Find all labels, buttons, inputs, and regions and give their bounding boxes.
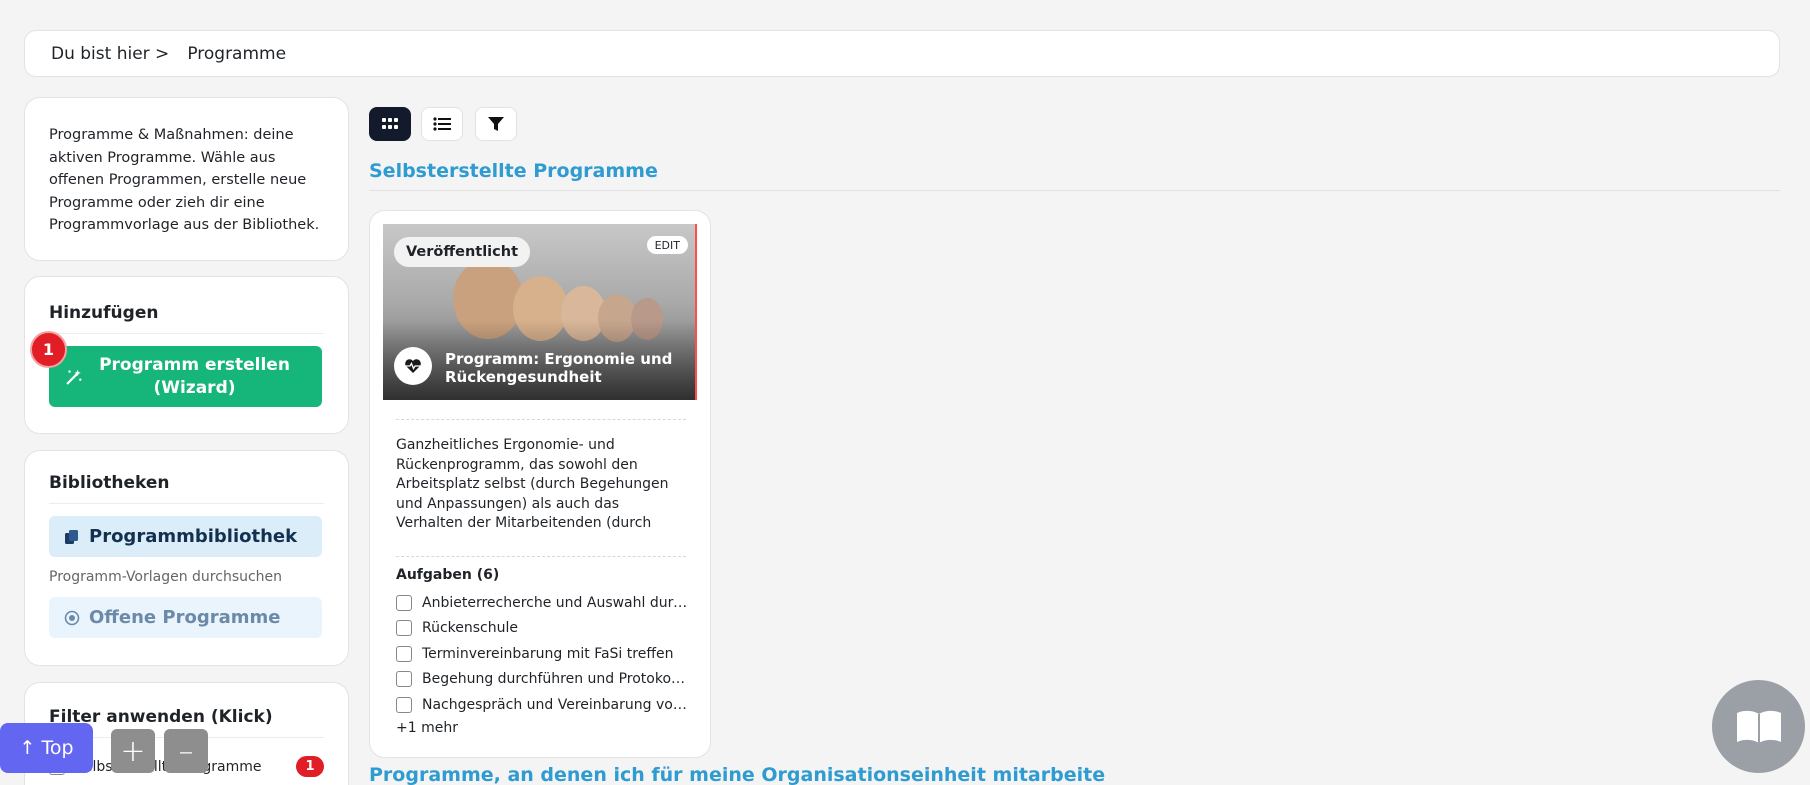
section-title-own: Selbsterstellte Programme [369, 160, 658, 182]
list-view-button[interactable] [421, 107, 463, 141]
program-library-button[interactable]: Programmbibliothek [49, 516, 322, 557]
program-library-label: Programmbibliothek [89, 526, 298, 547]
task-list: Anbieterrecherche und Auswahl durch… Rüc… [396, 590, 688, 718]
step-badge: 1 [30, 331, 67, 368]
magic-wand-icon [66, 369, 82, 384]
task-item[interactable]: Begehung durchführen und Protokoll … [396, 667, 688, 693]
section-title-org: Programme, an denen ich für meine Organi… [369, 764, 1106, 785]
zoom-in-button[interactable]: + [111, 729, 155, 773]
task-checkbox[interactable] [396, 696, 412, 713]
create-program-button[interactable]: Programm erstellen (Wizard) [49, 346, 322, 407]
copy-icon [65, 529, 78, 544]
libraries-title: Bibliotheken [49, 473, 324, 504]
more-tasks-link[interactable]: +1 mehr [396, 720, 458, 736]
program-image: Veröffentlicht EDIT Programm: Ergonomie … [383, 224, 697, 400]
task-label: Anbieterrecherche und Auswahl durch… [422, 594, 688, 611]
book-open-icon [1736, 710, 1781, 743]
libraries-card: Bibliotheken Programmbibliothek Programm… [24, 450, 349, 666]
task-checkbox[interactable] [396, 671, 412, 688]
list-icon [433, 117, 451, 131]
filter-icon [488, 117, 504, 131]
filter-button[interactable] [475, 107, 517, 141]
task-label: Begehung durchführen und Protokoll … [422, 671, 688, 688]
program-description: Ganzheitliches Ergonomie- und Rückenprog… [396, 437, 669, 531]
add-title: Hinzufügen [49, 303, 324, 334]
task-checkbox[interactable] [396, 620, 412, 637]
scroll-top-button[interactable]: ↑ Top [0, 723, 93, 773]
task-label: Rückenschule [422, 620, 519, 637]
open-programs-button[interactable]: Offene Programme [49, 597, 322, 638]
open-programs-label: Offene Programme [89, 607, 281, 628]
task-item[interactable]: Rückenschule [396, 616, 688, 642]
breadcrumb-prefix: Du bist hier > [51, 43, 170, 64]
guide-button[interactable] [1712, 680, 1805, 773]
edit-button[interactable]: EDIT [646, 236, 688, 254]
create-program-label: Programm erstellen (Wizard) [99, 354, 290, 398]
divider [396, 556, 686, 557]
task-item[interactable]: Terminvereinbarung mit FaSi treffen [396, 641, 688, 667]
task-item[interactable]: Anbieterrecherche und Auswahl durch… [396, 590, 688, 616]
breadcrumb-current[interactable]: Programme [187, 44, 286, 64]
program-title: Programm: Ergonomie und Rückengesundheit [445, 350, 673, 386]
add-card: Hinzufügen Programm erstellen (Wizard) [24, 276, 349, 434]
program-library-subtitle: Programm-Vorlagen durchsuchen [49, 569, 283, 585]
task-label: Terminvereinbarung mit FaSi treffen [422, 645, 674, 662]
radio-icon [64, 610, 80, 625]
task-checkbox[interactable] [396, 645, 412, 662]
program-card[interactable]: Veröffentlicht EDIT Programm: Ergonomie … [369, 210, 711, 758]
intro-card: Programme & Maßnahmen: deine aktiven Pro… [24, 97, 349, 261]
task-item[interactable]: Nachgespräch und Vereinbarung von … [396, 692, 688, 718]
grid-view-button[interactable] [369, 107, 411, 141]
zoom-out-button[interactable]: – [164, 729, 208, 773]
divider [396, 419, 686, 420]
filter-count-badge: 1 [296, 756, 324, 777]
task-label: Nachgespräch und Vereinbarung von … [422, 696, 688, 713]
task-checkbox[interactable] [396, 594, 412, 611]
tasks-title: Aufgaben (6) [396, 567, 500, 583]
heart-pulse-icon [394, 347, 432, 385]
status-badge: Veröffentlicht [394, 237, 530, 267]
grid-icon [382, 118, 398, 129]
image-edge [695, 224, 697, 400]
intro-text: Programme & Maßnahmen: deine aktiven Pro… [49, 127, 320, 233]
breadcrumb: Du bist hier > Programme [24, 30, 1780, 77]
section-divider [369, 190, 1780, 191]
